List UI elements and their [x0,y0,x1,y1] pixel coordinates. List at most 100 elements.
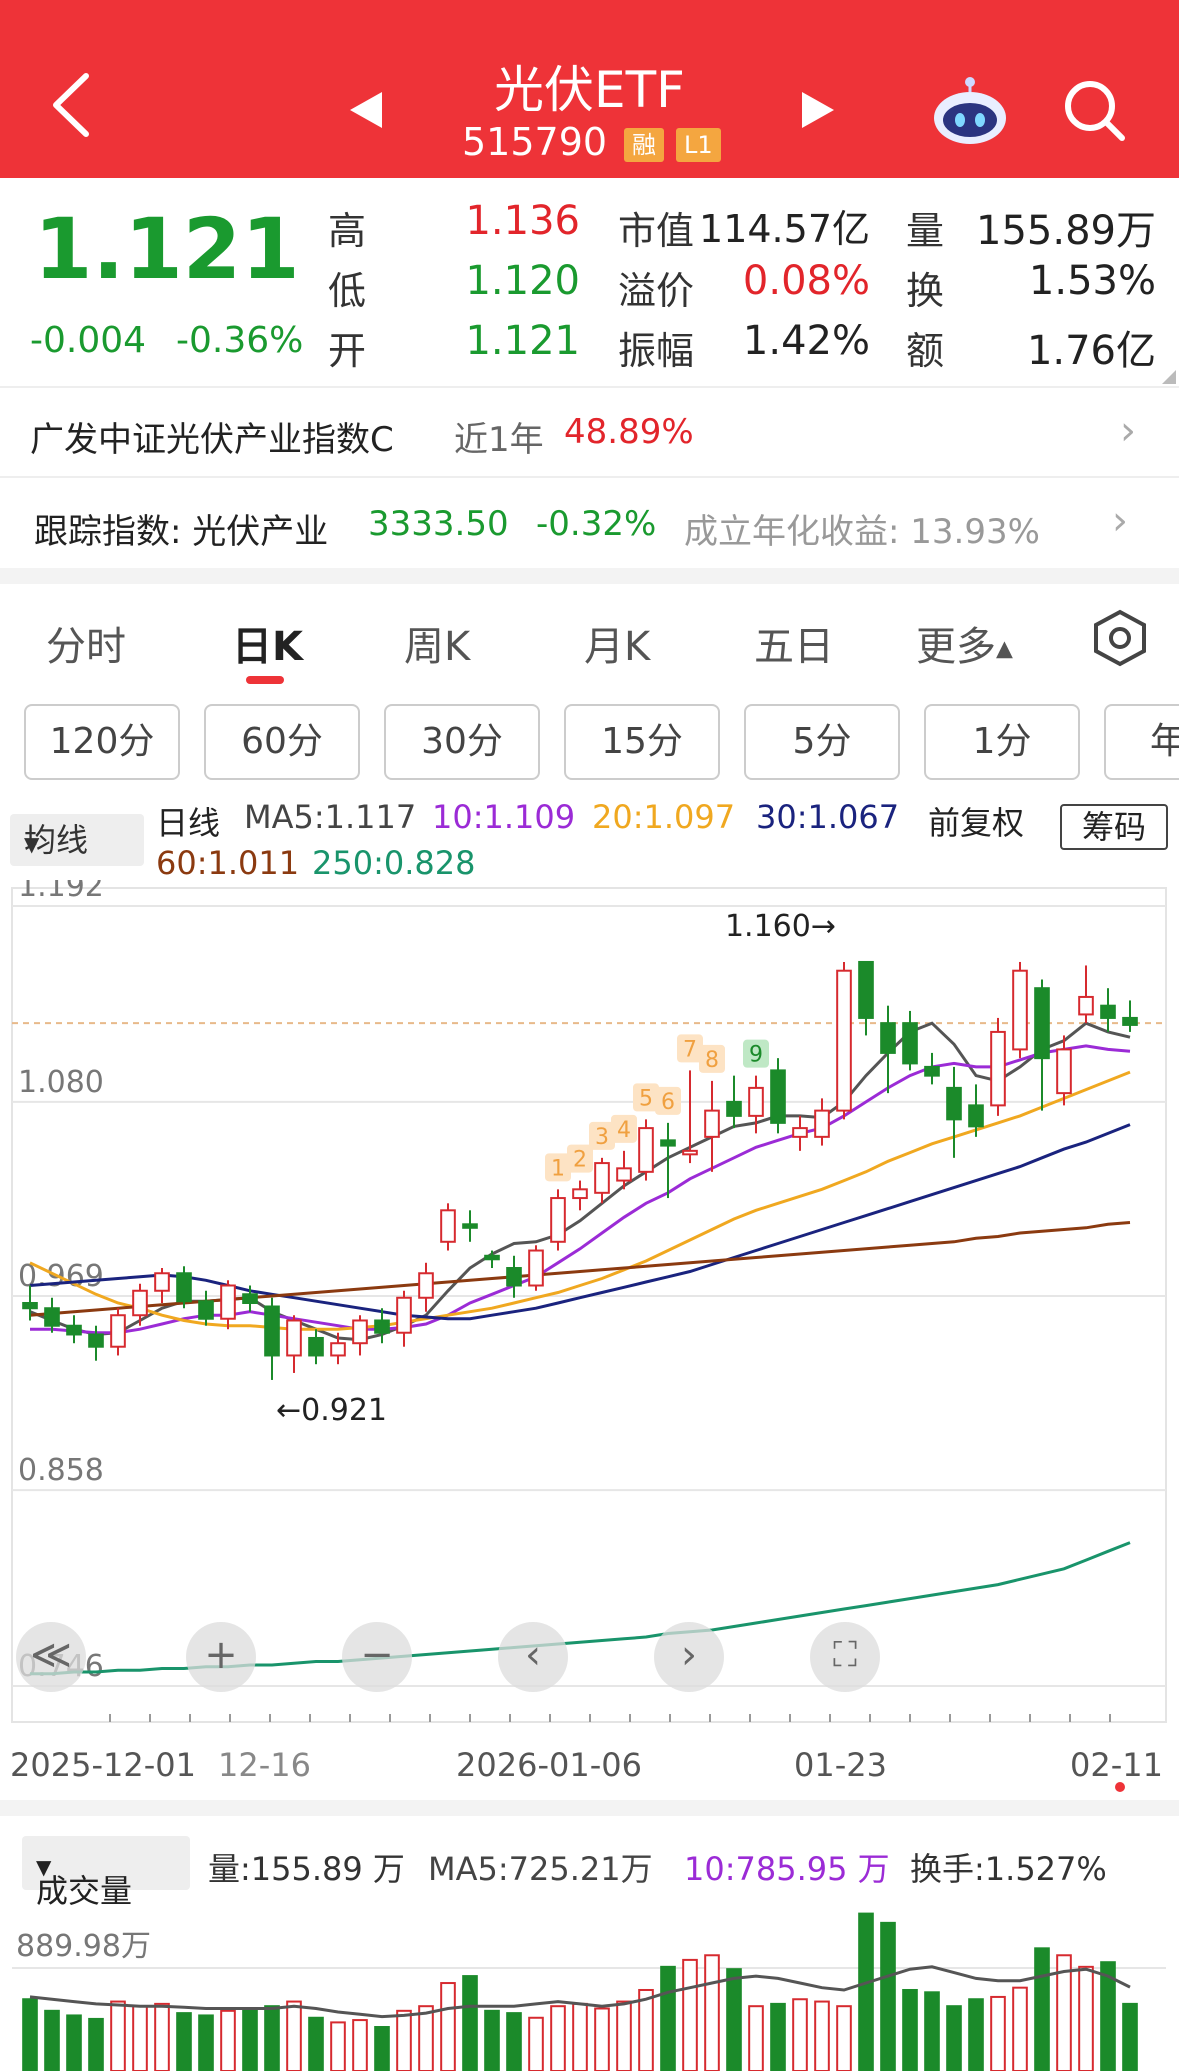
candle-down [1034,987,1050,1060]
candle-down [88,1333,104,1348]
tab-five-day[interactable]: 五日 [754,614,834,672]
x-tick-label: 2025-12-01 [10,1746,196,1784]
x-tick-label: 2026-01-06 [456,1746,642,1784]
open-label: 开 [328,329,367,373]
candle-up [1056,1048,1072,1095]
low-label: 低 [328,269,367,313]
volume-bar-up [748,2005,764,2071]
period-30min[interactable]: 30分 [384,704,540,780]
search-icon[interactable] [1062,78,1126,142]
linked-fund-row[interactable]: 广发中证光伏产业指数C 近1年 48.89% › [0,388,1179,478]
turnover-label: 换 [906,269,945,313]
candle-down [264,1305,280,1357]
volume-bar-down [374,2026,390,2071]
td-marker-label: 9 [749,1043,763,1068]
period-120min[interactable]: 120分 [24,704,180,780]
volume-bar-down [462,1975,478,2071]
adjust-mode[interactable]: 前复权 [928,798,1024,844]
assistant-robot-icon[interactable] [930,76,1010,146]
fullscreen-button[interactable]: ⛶ [810,1622,880,1692]
corner-expand-icon [1162,370,1176,384]
chip-distribution-button[interactable]: 筹码 [1060,804,1168,850]
period-5min[interactable]: 5分 [744,704,900,780]
next-stock-icon[interactable] [800,90,836,130]
volume-bar-down [968,1998,984,2071]
candle-down [968,1104,984,1128]
volume-bar-up [594,2007,610,2071]
tab-weekly-k[interactable]: 周K [404,614,470,672]
volume-bar-up [1078,1965,1094,2071]
candle-up [132,1289,148,1317]
candle-down [506,1267,522,1287]
volume-bar-down [770,2002,786,2071]
market-cap-label: 市值 [618,209,695,253]
volume-bar-up [352,2019,368,2071]
tab-intraday[interactable]: 分时 [46,614,126,672]
period-year[interactable]: 年 [1104,704,1179,780]
candle-down [308,1336,324,1357]
amplitude-label: 振幅 [618,329,695,373]
candle-up [704,1109,720,1138]
candle-down [198,1300,214,1320]
volume-bar-down [1122,2002,1138,2071]
volume-bar-up [330,2021,346,2071]
volume-label: 量 [906,209,945,253]
zoom-in-button[interactable]: + [186,1622,256,1692]
candle-down [902,1022,918,1065]
volume-bar-down [506,2012,522,2071]
volume-bar-up [1012,1986,1028,2071]
period-15min[interactable]: 15分 [564,704,720,780]
x-tick-label: 12-16 [218,1746,311,1784]
zoom-out-button[interactable]: − [342,1622,412,1692]
volume-chart: 889.98万 [12,1912,1166,2071]
volume-bar-up [792,1998,808,2071]
volume-bar-up [616,2000,632,2071]
chart-frame [11,887,1167,1723]
indicator-dropdown[interactable]: 均线 ▼ [10,814,144,866]
caret-up-icon: ▲ [996,636,1013,662]
volume-turnover: 换手:1.527% [910,1850,1107,1888]
volume-bar-down [66,2014,82,2071]
volume-bar-down [264,2005,280,2071]
candle-up [396,1296,412,1334]
td-marker-label: 8 [705,1048,719,1073]
kline-chart[interactable]: 1.1921.0800.9690.8580.7461234567891.160→… [0,880,1179,1730]
candle-up [638,1127,654,1173]
max-price-label: 1.160→ [725,909,836,944]
candle-up [748,1086,764,1117]
candle-up [418,1272,434,1299]
tab-more[interactable]: 更多▲ [916,614,1013,672]
period-1min[interactable]: 1分 [924,704,1080,780]
tab-monthly-k[interactable]: 月K [584,614,650,672]
volume-bar-up [396,2009,412,2071]
premium-value: 0.08% [742,258,870,304]
quote-panel: 1.121 -0.004 -0.36% 高 1.136 低 1.120 开 1.… [0,178,1179,388]
volume-y-tick: 889.98万 [16,1929,151,1964]
volume-dropdown[interactable]: 成交量 ▼ [22,1836,190,1910]
y-tick-label: 1.080 [18,1065,104,1100]
price-change-percent: -0.36% [176,320,304,361]
volume-bar-down [726,1968,742,2071]
candle-down [726,1100,742,1117]
td-marker-label: 4 [617,1118,631,1143]
scroll-left-button[interactable]: ‹ [498,1622,568,1692]
active-tab-indicator [246,676,284,684]
period-60min[interactable]: 60分 [204,704,360,780]
candle-up [154,1272,170,1292]
candle-up [836,969,852,1112]
candle-down [924,1065,940,1077]
rewind-button[interactable]: ≪ [16,1622,86,1692]
candle-up [1012,969,1028,1051]
candle-up [990,1030,1006,1107]
settings-hexagon-icon[interactable] [1092,608,1148,668]
tab-daily-k[interactable]: 日K [232,614,303,672]
volume-bar-up [418,2005,434,2071]
volume-bar-up [154,2002,170,2071]
scroll-right-button[interactable]: › [654,1622,724,1692]
open-value: 1.121 [465,318,580,364]
candle-up [616,1167,632,1182]
candle-up [352,1319,368,1345]
tracking-index-row[interactable]: 跟踪指数: 光伏产业 3333.50 -0.32% 成立年化收益: 13.93%… [0,478,1179,568]
candle-up [814,1109,830,1138]
volume-bar-up [990,1995,1006,2071]
